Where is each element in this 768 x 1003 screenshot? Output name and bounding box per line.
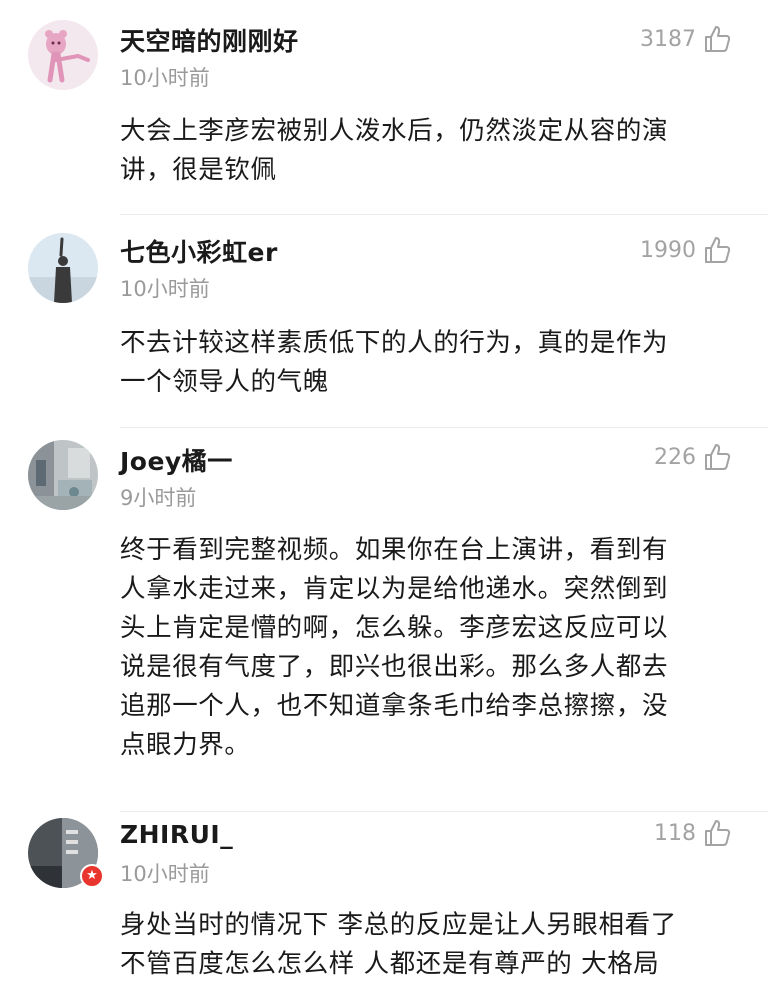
username[interactable]: 天空暗的刚刚好 [120,22,299,58]
comment-list: 天空暗的刚刚好 10小时前 3187 大会上李彦宏被别人泼水后，仍然淡定从容的演… [0,0,768,1003]
timestamp: 10小时前 [120,862,210,886]
thumbs-up-icon [705,820,731,846]
comment-item: ★ ZHIRUI_ 10小时前 118 身处当时的情况下 李总的反应是让人另眼相… [0,812,768,1003]
timestamp: 9小时前 [120,486,197,510]
verified-badge-icon: ★ [80,864,104,888]
avatar[interactable] [28,233,98,303]
street-photo-avatar [28,440,98,510]
comment-text: 身处当时的情况下 李总的反应是让人另眼相看了 不管百度怎么怎么样 人都还是有尊严… [120,910,677,979]
comment-text: 大会上李彦宏被别人泼水后，仍然淡定从容的演 讲，很是钦佩 [120,116,669,185]
person-sky-avatar [28,233,98,303]
like-button[interactable]: 3187 [640,24,732,54]
like-count: 1990 [640,237,696,263]
comment-item: Joey橘一 9小时前 226 终于看到完整视频。如果你在台上演讲，看到有 人拿… [0,430,768,812]
like-count: 226 [654,444,696,470]
comment-text: 不去计较这样素质低下的人的行为，真的是作为 一个领导人的气魄 [120,328,669,397]
timestamp: 10小时前 [120,277,210,301]
pink-panther-avatar [28,20,98,90]
timestamp: 10小时前 [120,66,210,90]
comment-text: 终于看到完整视频。如果你在台上演讲，看到有 人拿水走过来，肯定以为是给他递水。突… [120,535,669,760]
divider [120,427,768,428]
thumbs-up-icon [705,26,731,52]
username[interactable]: Joey橘一 [120,442,233,478]
comment-item: 天空暗的刚刚好 10小时前 3187 大会上李彦宏被别人泼水后，仍然淡定从容的演… [0,0,768,215]
like-count: 118 [654,820,696,846]
thumbs-up-icon [705,444,731,470]
username[interactable]: 七色小彩虹er [120,233,278,269]
comment-item: 七色小彩虹er 10小时前 1990 不去计较这样素质低下的人的行为，真的是作为… [0,215,768,430]
username[interactable]: ZHIRUI_ [120,820,233,849]
avatar[interactable] [28,20,98,90]
avatar[interactable] [28,440,98,510]
like-button[interactable]: 1990 [640,235,732,265]
like-count: 3187 [640,26,696,52]
thumbs-up-icon [705,237,731,263]
like-button[interactable]: 226 [654,442,732,472]
like-button[interactable]: 118 [654,818,732,848]
